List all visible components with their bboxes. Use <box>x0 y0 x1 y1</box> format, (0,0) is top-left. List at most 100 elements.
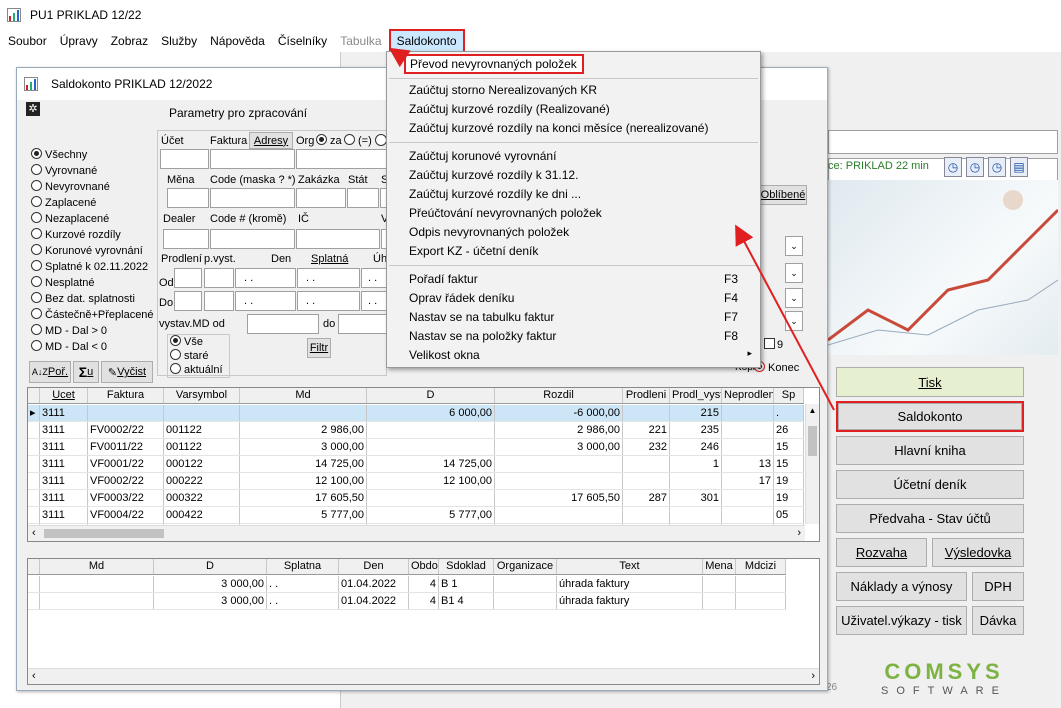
saldokonto-button[interactable]: Saldokonto <box>836 401 1024 432</box>
dd-kurzove-3112[interactable]: Zaúčtuj kurzové rozdíly k 31.12. <box>409 168 578 182</box>
vystav-do-input[interactable] <box>338 314 387 334</box>
menu-saldokonto[interactable]: Saldokonto <box>388 29 465 53</box>
checkbox-nine[interactable]: 9 <box>764 338 783 351</box>
do-den-input[interactable]: . . <box>235 291 296 311</box>
ucet-input[interactable] <box>160 149 209 169</box>
dd-korunove[interactable]: Zaúčtuj korunové vyrovnání <box>409 149 556 163</box>
radio-vsechny[interactable]: Všechny <box>31 147 154 163</box>
radio-splatne[interactable]: Splatné k 02.11.2022 <box>31 259 154 275</box>
ic-input[interactable] <box>296 229 380 249</box>
dd-kurzove-realizovane[interactable]: Zaúčtuj kurzové rozdíly (Realizované) <box>409 102 610 116</box>
table-row[interactable]: 3 000,00. . 01.04.2022 4 B 1 úhrada faktury <box>28 576 786 593</box>
tisk-button[interactable]: Tisk <box>836 367 1024 397</box>
col-prodleni[interactable]: Prodleni <box>623 388 670 403</box>
sum-button[interactable]: Σu <box>73 361 99 383</box>
scroll-thumb[interactable] <box>808 426 817 456</box>
stat-input[interactable] <box>347 188 379 208</box>
vycist-button[interactable]: ✎ Vyčist <box>101 361 153 383</box>
table-row[interactable]: 3 000,00. . 01.04.2022 4 B1 4 úhrada faktury <box>28 593 786 610</box>
col-neprodleni[interactable]: Neprodleni <box>722 388 774 403</box>
vystav-od-input[interactable] <box>247 314 319 334</box>
col-mena[interactable]: Mena <box>703 559 736 574</box>
scroll-left-icon[interactable]: ‹ <box>32 527 36 539</box>
hlavni-kniha-button[interactable]: Hlavní kniha <box>836 436 1024 465</box>
vysledovka-button[interactable]: Výsledovka <box>932 538 1024 567</box>
table-row[interactable]: 3111 FV0011/22 001122 3 000,00 3 000,00 232 24… <box>28 439 804 456</box>
menu-ciselniky[interactable]: Číselníky <box>274 31 331 51</box>
radio-md-dal-lt[interactable]: MD - Dal < 0 <box>31 339 154 355</box>
col-organizace[interactable]: Organizace <box>494 559 557 574</box>
dd-export-kz[interactable]: Export KZ - účetní deník <box>409 244 538 258</box>
radio-bez-splatnosti[interactable]: Bez dat. splatnosti <box>31 291 154 307</box>
menu-upravy[interactable]: Úpravy <box>56 31 102 51</box>
filtr-button[interactable]: Filtr <box>307 338 331 358</box>
menu-napoveda[interactable]: Nápověda <box>206 31 269 51</box>
col-sdoklad[interactable]: Sdoklad <box>439 559 494 574</box>
radio-nevyrovnane[interactable]: Nevyrovnané <box>31 179 154 195</box>
code-mask-input[interactable] <box>210 188 295 208</box>
do-splatna-input[interactable]: . . <box>297 291 360 311</box>
org-input[interactable] <box>296 149 387 169</box>
col-d[interactable]: D <box>154 559 267 574</box>
dealer-input[interactable] <box>163 229 209 249</box>
dd-kurzove-ke-dni[interactable]: Zaúčtuj kurzové rozdíly ke dni ... <box>409 187 581 201</box>
dd-storno-kr[interactable]: Zaúčtuj storno Nerealizovaných KR <box>409 83 597 97</box>
dd-oprav-radek[interactable]: Oprav řádek deníku <box>409 291 514 305</box>
dd-prevod[interactable]: Převod nevyrovnaných položek <box>404 54 584 74</box>
radio-aktualni[interactable]: aktuální <box>170 363 223 377</box>
menu-sluzby[interactable]: Služby <box>157 31 201 51</box>
faktury-hscroll[interactable]: ‹ › <box>28 525 805 541</box>
radio-zaplacene[interactable]: Zaplacené <box>31 195 154 211</box>
combo-arrow-icon[interactable]: ⌄ <box>785 311 803 331</box>
radio-stare[interactable]: staré <box>170 349 223 363</box>
od-splatna-input[interactable]: . . <box>297 268 360 288</box>
naklady-vynosy-button[interactable]: Náklady a výnosy <box>836 572 967 601</box>
od-den-input[interactable]: . . <box>235 268 296 288</box>
scroll-thumb[interactable] <box>44 529 164 538</box>
dd-odpis[interactable]: Odpis nevyrovnaných položek <box>409 225 569 239</box>
mena-input[interactable] <box>167 188 209 208</box>
settings-gear-icon[interactable]: ✲ <box>26 102 40 116</box>
table-row[interactable]: 3111 VF0003/22 000322 17 605,50 17 605,50 287… <box>28 490 804 507</box>
dd-kurzove-konec-mesice[interactable]: Zaúčtuj kurzové rozdíly na konci měsíce … <box>409 121 708 135</box>
timer-icon[interactable]: ◷ <box>988 157 1006 177</box>
table-row[interactable]: 3111 VF0001/22 000122 14 725,00 14 725,00 1 13… <box>28 456 804 473</box>
col-den[interactable]: Den <box>339 559 409 574</box>
col-md[interactable]: Md <box>40 559 154 574</box>
col-prodl-vyst[interactable]: Prodl_vyst <box>670 388 722 403</box>
radio-kurzove[interactable]: Kurzové rozdíly <box>31 227 154 243</box>
col-splatna[interactable]: Splatna <box>267 559 339 574</box>
menu-soubor[interactable]: Soubor <box>4 31 51 51</box>
col-ucet[interactable]: Ucet <box>40 388 88 403</box>
od-pvyst-input[interactable] <box>204 268 234 288</box>
do-uh-input[interactable]: . . <box>361 291 387 311</box>
table-row[interactable]: 3111 VF0002/22 000222 12 100,00 12 100,00 17 1… <box>28 473 804 490</box>
timer-icon[interactable]: ◷ <box>966 157 984 177</box>
uzivatel-vykazy-button[interactable]: Uživatel.výkazy - tisk <box>836 606 967 635</box>
col-mdcizi[interactable]: Mdcizi <box>736 559 786 574</box>
adresy-button[interactable]: Adresy <box>249 132 293 149</box>
faktura-input[interactable] <box>210 149 295 169</box>
scroll-right-icon[interactable]: › <box>811 670 815 682</box>
dd-poradi-faktur[interactable]: Pořadí faktur <box>409 272 478 286</box>
radio-castecne[interactable]: Částečně+Přeplacené <box>31 307 154 323</box>
dd-polozky-faktur[interactable]: Nastav se na položky faktur <box>409 329 556 343</box>
rozvaha-button[interactable]: Rozvaha <box>836 538 927 567</box>
col-d[interactable]: D <box>367 388 495 403</box>
predvaha-button[interactable]: Předvaha - Stav účtů <box>836 504 1024 533</box>
oblibene-button[interactable]: Oblíbené <box>759 185 807 205</box>
table-row[interactable]: 3111 VF0004/22 000422 5 777,00 5 777,00 05 <box>28 507 804 524</box>
dph-button[interactable]: DPH <box>972 572 1024 601</box>
timer-icon[interactable]: ◷ <box>944 157 962 177</box>
code-krome-input[interactable] <box>210 229 295 249</box>
scroll-left-icon[interactable]: ‹ <box>32 670 36 682</box>
col-obdol[interactable]: Obdol <box>409 559 439 574</box>
od-uh-input[interactable]: . . <box>361 268 387 288</box>
davka-button[interactable]: Dávka <box>972 606 1024 635</box>
radio-md-dal-gt[interactable]: MD - Dal > 0 <box>31 323 154 339</box>
dd-preuctovani[interactable]: Přeúčtování nevyrovnaných položek <box>409 206 602 220</box>
polozky-hscroll[interactable]: ‹ › <box>28 668 819 684</box>
dd-velikost-okna[interactable]: Velikost okna <box>409 348 480 362</box>
col-varsymbol[interactable]: Varsymbol <box>164 388 240 403</box>
radio-korunove[interactable]: Korunové vyrovnání <box>31 243 154 259</box>
